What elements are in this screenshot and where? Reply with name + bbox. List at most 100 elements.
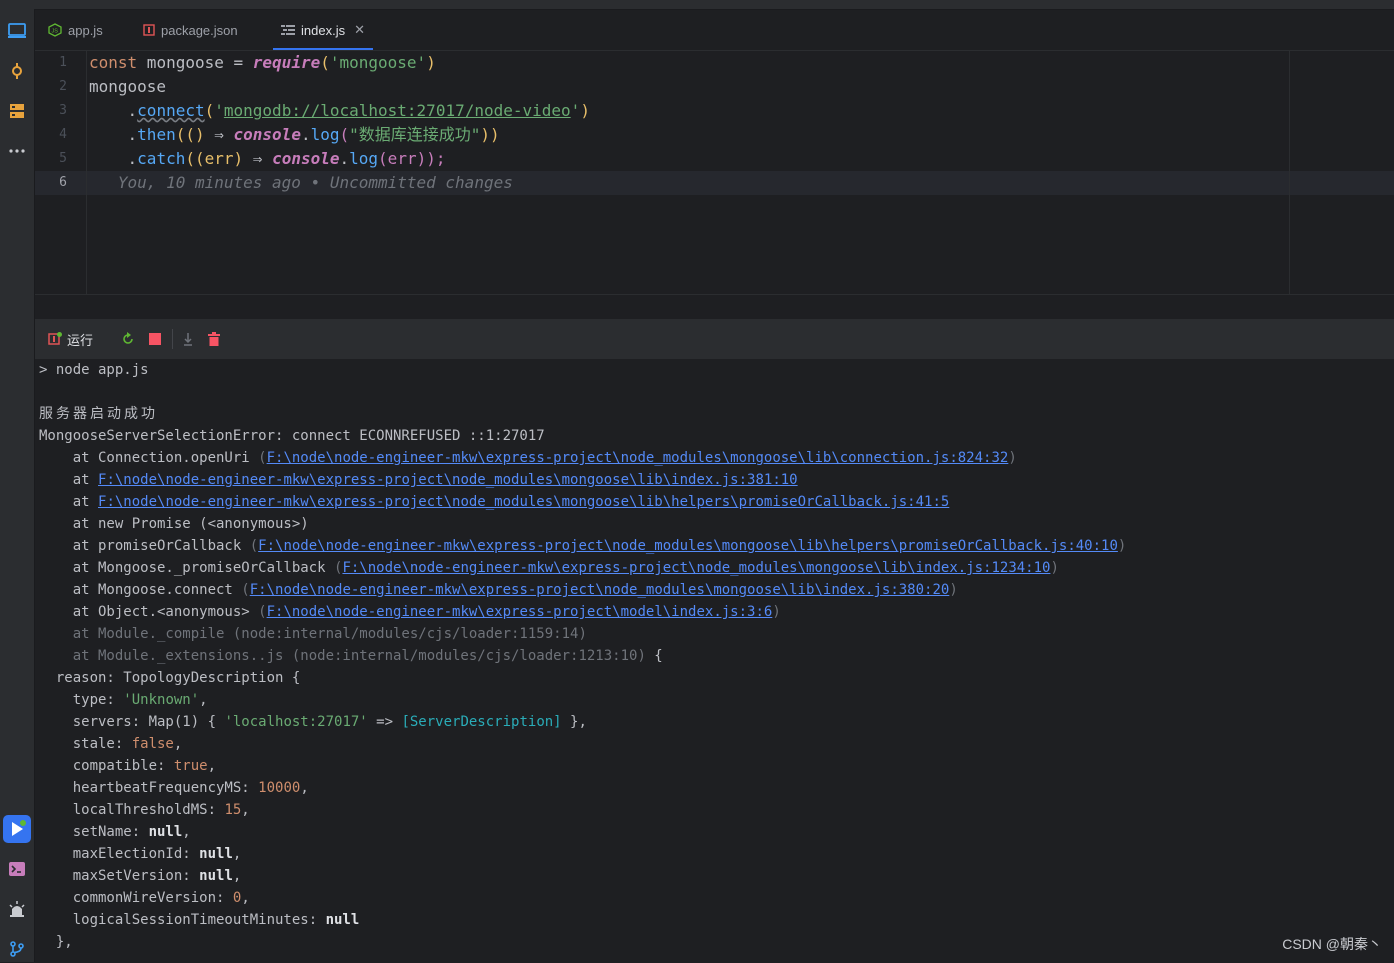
trace-line: at F:\node\node-engineer-mkw\express-pro…: [39, 469, 798, 491]
clear-all-icon[interactable]: [208, 319, 220, 359]
commit-icon[interactable]: [3, 57, 31, 85]
project-icon[interactable]: [3, 17, 31, 45]
code-editor[interactable]: 1 2 3 4 5 6 const mongoose = require('mo…: [35, 51, 1394, 294]
token: ): [426, 53, 436, 72]
structure-icon[interactable]: [3, 97, 31, 125]
run-config-icon: [48, 332, 62, 345]
token: ((err): [185, 149, 253, 168]
stop-icon[interactable]: [149, 319, 161, 359]
prop-key: heartbeatFrequencyMS:: [39, 780, 259, 796]
tab-label: package.json: [161, 22, 238, 38]
token: .: [89, 101, 138, 120]
prop-key: setName:: [39, 824, 149, 840]
prop-value: null: [199, 846, 233, 862]
line-number: 5: [59, 151, 67, 166]
trace-text: at Module._extensions..js (node:internal…: [39, 648, 646, 664]
trace-file-link[interactable]: F:\node\node-engineer-mkw\express-projec…: [250, 582, 950, 598]
token: "数据库连接成功": [349, 125, 481, 144]
code-line-blame[interactable]: You, 10 minutes ago • Uncommitted change…: [89, 171, 513, 195]
line-number: 2: [59, 79, 67, 94]
prop-line: commonWireVersion: 0,: [39, 887, 250, 909]
code-line[interactable]: .connect('mongodb://localhost:27017/node…: [89, 99, 590, 123]
code-line[interactable]: mongoose: [89, 75, 166, 99]
trace-text: at new Promise (<anonymous>): [39, 516, 309, 532]
run-panel-header: 运行: [35, 319, 1394, 359]
trace-line: at new Promise (<anonymous>): [39, 513, 309, 535]
trace-file-link[interactable]: F:\node\node-engineer-mkw\express-projec…: [98, 494, 949, 510]
prop-punct: ,: [232, 846, 242, 862]
token: mongodb://localhost:27017/node-video: [223, 101, 571, 120]
more-tools-icon[interactable]: [3, 137, 31, 165]
terminal-icon[interactable]: [3, 855, 31, 883]
prop-key: stale:: [39, 736, 132, 752]
close-icon[interactable]: ✕: [354, 22, 365, 38]
token: (: [320, 53, 330, 72]
line-number: 4: [59, 127, 67, 142]
trace-file-link[interactable]: F:\node\node-engineer-mkw\express-projec…: [267, 604, 773, 620]
trace-text: at Object.<anonymous>: [39, 604, 259, 620]
code-line[interactable]: .then(() ⇒ console.log("数据库连接成功")): [89, 123, 500, 147]
run-tool-icon[interactable]: [3, 815, 31, 843]
prop-key: commonWireVersion:: [39, 890, 233, 906]
trace-file-link[interactable]: F:\node\node-engineer-mkw\express-projec…: [98, 472, 798, 488]
prop-key: type:: [39, 692, 124, 708]
prop-line: type: 'Unknown',: [39, 689, 208, 711]
code-line[interactable]: .catch((err) ⇒ console.log(err));: [89, 147, 446, 171]
trace-text: at promiseOrCallback: [39, 538, 250, 554]
trace-line: at promiseOrCallback (F:\node\node-engin…: [39, 535, 1127, 557]
prop-line: compatible: true,: [39, 755, 216, 777]
line-number-current: 6: [59, 175, 67, 190]
token: then: [137, 125, 176, 144]
trace-paren: (: [241, 582, 250, 598]
trace-line: at Mongoose.connect (F:\node\node-engine…: [39, 579, 958, 601]
trace-tail: {: [645, 648, 663, 664]
tab-app-js[interactable]: JS app.js: [48, 10, 103, 50]
trace-paren: ): [1117, 538, 1127, 554]
prop-line: heartbeatFrequencyMS: 10000,: [39, 777, 309, 799]
tool-window-rail: [0, 9, 35, 962]
trace-paren: ): [1008, 450, 1017, 466]
tab-label: app.js: [68, 22, 103, 38]
trace-file-link[interactable]: F:\node\node-engineer-mkw\express-projec…: [342, 560, 1050, 576]
token: ': [570, 101, 581, 120]
prop-value: 'localhost:27017': [224, 714, 368, 730]
trace-line: at Connection.openUri (F:\node\node-engi…: [39, 447, 1017, 469]
trace-paren: (: [258, 450, 267, 466]
prop-key: logicalSessionTimeoutMinutes:: [39, 912, 326, 928]
panel-splitter[interactable]: [35, 294, 1394, 319]
trace-paren: ): [772, 604, 781, 620]
run-tab[interactable]: 运行: [48, 319, 93, 359]
console-line: reason: TopologyDescription {: [39, 670, 301, 686]
token: 'mongoose': [329, 53, 427, 72]
prop-punct: },: [561, 714, 587, 730]
scroll-to-end-icon[interactable]: [183, 319, 193, 359]
prop-key: servers: Map(1) {: [39, 714, 225, 730]
run-tab-label: 运行: [67, 332, 94, 348]
prop-value: 10000: [258, 780, 301, 796]
trace-line: at F:\node\node-engineer-mkw\express-pro…: [39, 491, 950, 513]
prop-line: maxElectionId: null,: [39, 843, 242, 865]
tab-index-js[interactable]: index.js ✕: [273, 10, 373, 50]
json-file-icon: [143, 24, 155, 36]
trace-file-link[interactable]: F:\node\node-engineer-mkw\express-projec…: [267, 450, 1009, 466]
console-command: > node app.js: [39, 362, 149, 378]
toolbar-separator: [172, 329, 173, 349]
tab-package-json[interactable]: package.json: [143, 10, 238, 50]
title-bar: [0, 0, 1394, 10]
prop-punct: =>: [367, 714, 402, 730]
prop-value: null: [325, 912, 360, 928]
console-output[interactable]: > node app.js 服务器启动成功 MongooseServerSele…: [35, 359, 1394, 962]
tab-label: index.js: [301, 22, 346, 38]
prop-key: compatible:: [39, 758, 174, 774]
prop-key: maxSetVersion:: [39, 868, 200, 884]
problems-icon[interactable]: [3, 895, 31, 923]
trace-file-link[interactable]: F:\node\node-engineer-mkw\express-projec…: [258, 538, 1118, 554]
prop-line: maxSetVersion: null,: [39, 865, 242, 887]
code-line[interactable]: const mongoose = require('mongoose'): [89, 51, 436, 75]
prop-line: setName: null,: [39, 821, 191, 843]
token: )): [480, 125, 500, 144]
rerun-icon[interactable]: [121, 319, 135, 359]
git-branch-icon[interactable]: [3, 935, 31, 963]
token: .: [89, 125, 138, 144]
